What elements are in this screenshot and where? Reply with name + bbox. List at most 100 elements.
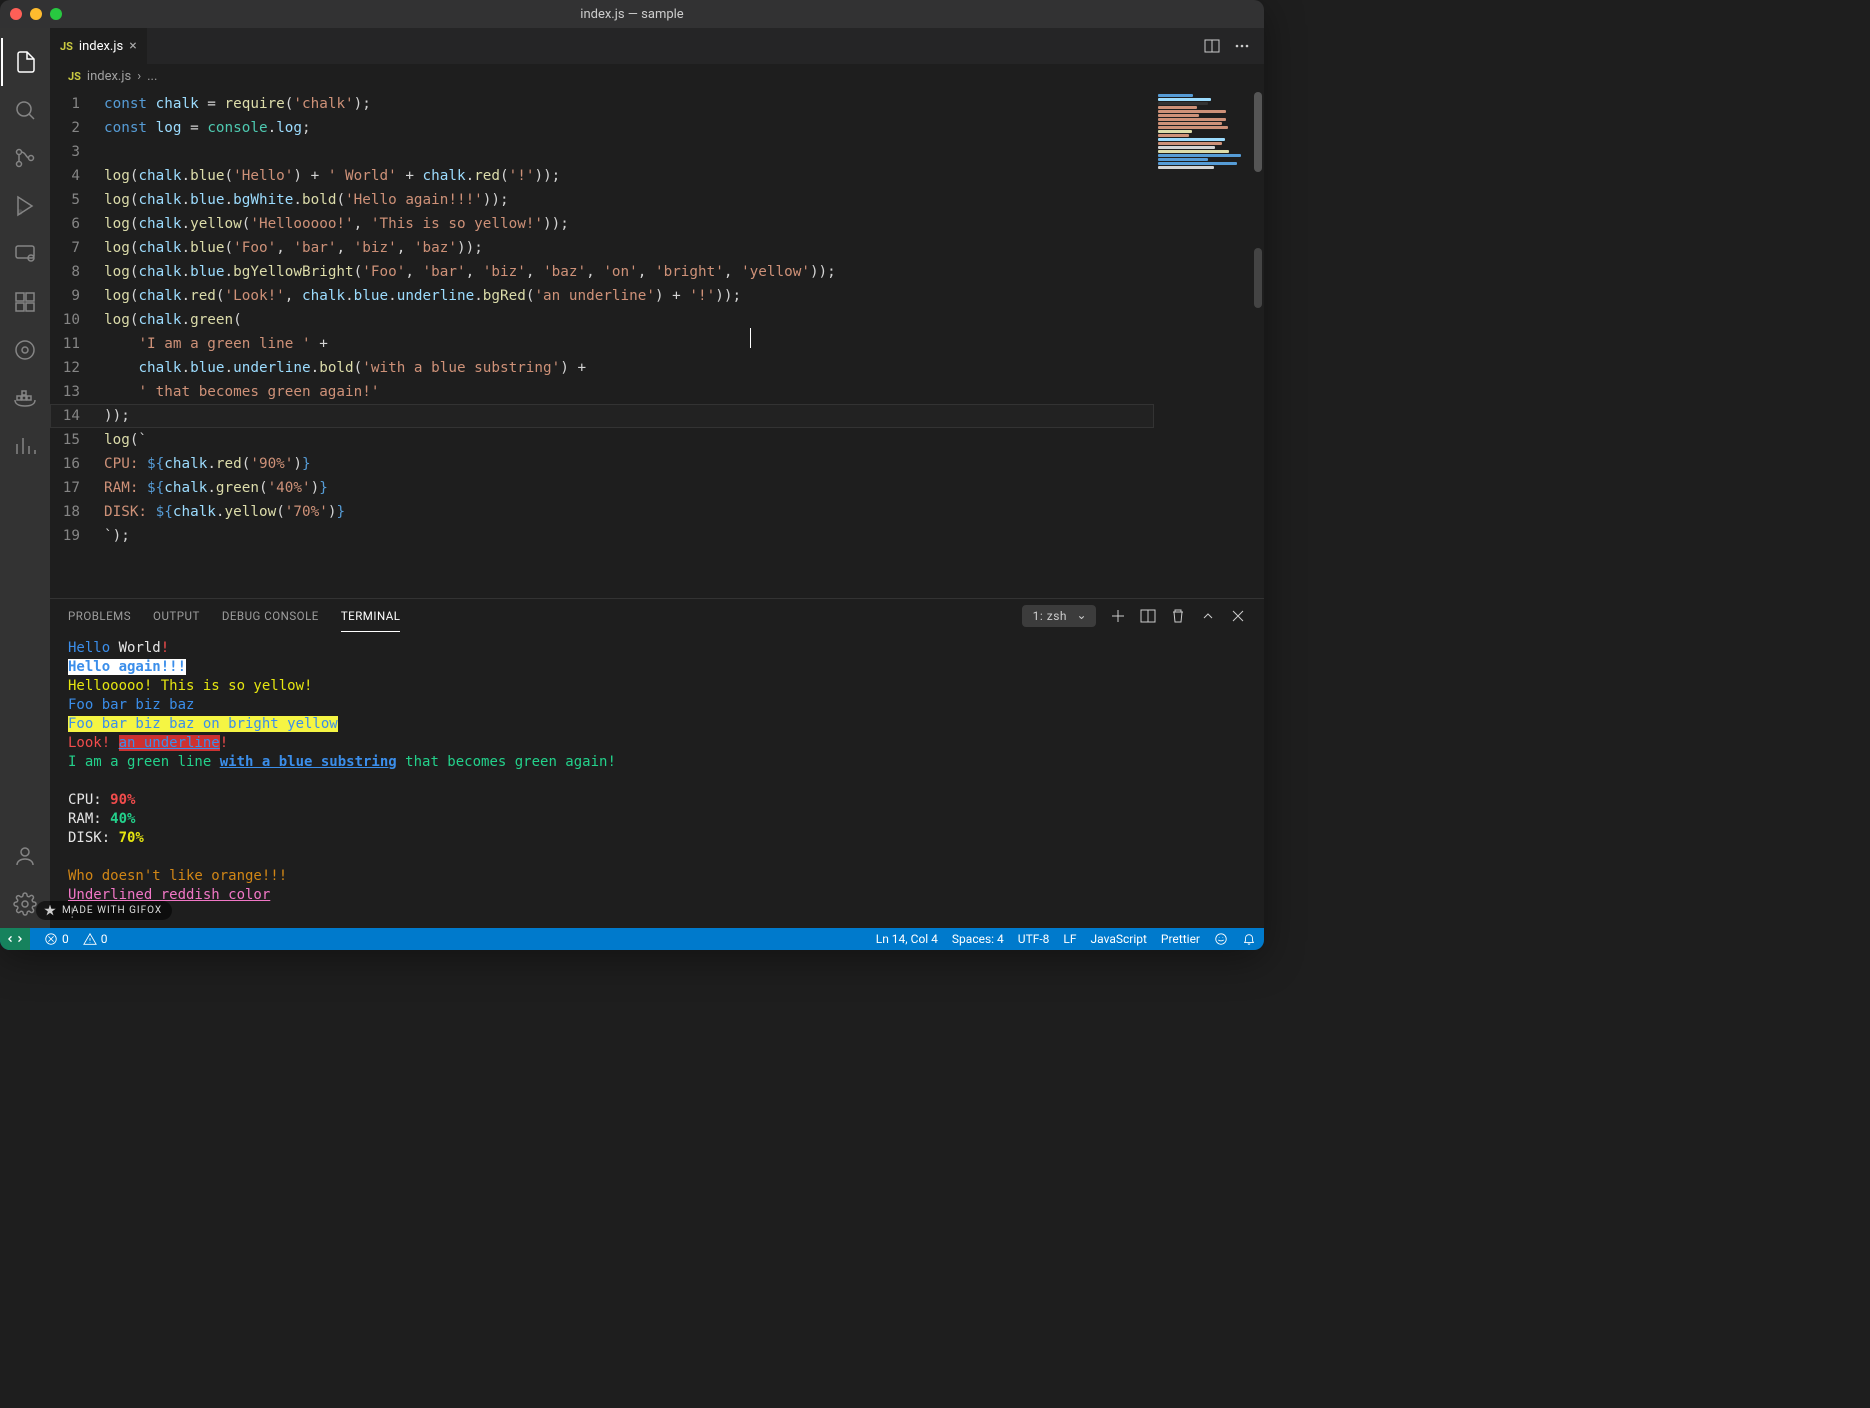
code-line[interactable]: 7log(chalk.blue('Foo', 'bar', 'biz', 'ba…: [50, 236, 1154, 260]
graph-icon[interactable]: [1, 422, 49, 470]
code-content[interactable]: ));: [104, 404, 1154, 428]
code-content[interactable]: CPU: ${chalk.red('90%')}: [104, 452, 1154, 476]
breadcrumb[interactable]: JS index.js › ...: [50, 64, 1264, 88]
source-control-icon[interactable]: [1, 134, 49, 182]
terminal-line: Hello again!!!: [68, 658, 1246, 677]
code-content[interactable]: ' that becomes green again!': [104, 380, 1154, 404]
code-content[interactable]: log(chalk.blue('Hello') + ' World' + cha…: [104, 164, 1154, 188]
code-content[interactable]: `);: [104, 524, 1154, 548]
close-window-button[interactable]: [10, 8, 22, 20]
text-caret-icon: [750, 328, 751, 348]
tab-index-js[interactable]: JS index.js ×: [50, 28, 148, 64]
code-line[interactable]: 16CPU: ${chalk.red('90%')}: [50, 452, 1154, 476]
kill-terminal-icon[interactable]: [1170, 608, 1186, 624]
gitlens-icon[interactable]: [1, 326, 49, 374]
code-line[interactable]: 11 'I am a green line ' +: [50, 332, 1154, 356]
minimap[interactable]: [1154, 88, 1264, 598]
code-content[interactable]: log(chalk.red('Look!', chalk.blue.underl…: [104, 284, 1154, 308]
panel-tabs: PROBLEMS OUTPUT DEBUG CONSOLE TERMINAL 1…: [50, 599, 1264, 633]
code-line[interactable]: 17RAM: ${chalk.green('40%')}: [50, 476, 1154, 500]
code-content[interactable]: const chalk = require('chalk');: [104, 92, 1154, 116]
code-line[interactable]: 15log(`: [50, 428, 1154, 452]
code-line[interactable]: 6log(chalk.yellow('Hellooooo!', 'This is…: [50, 212, 1154, 236]
code-line[interactable]: 18DISK: ${chalk.yellow('70%')}: [50, 500, 1154, 524]
scrollbar-thumb[interactable]: [1254, 92, 1262, 172]
code-content[interactable]: log(chalk.blue.bgWhite.bold('Hello again…: [104, 188, 1154, 212]
js-file-icon: JS: [68, 70, 81, 83]
code-line[interactable]: 9log(chalk.red('Look!', chalk.blue.under…: [50, 284, 1154, 308]
status-errors[interactable]: 0: [44, 932, 69, 946]
titlebar[interactable]: index.js — sample: [0, 0, 1264, 28]
code-line[interactable]: 12 chalk.blue.underline.bold('with a blu…: [50, 356, 1154, 380]
scrollbar-track[interactable]: [1252, 88, 1264, 598]
code-content[interactable]: log(chalk.blue('Foo', 'bar', 'biz', 'baz…: [104, 236, 1154, 260]
close-panel-icon[interactable]: [1230, 608, 1246, 624]
panel-tab-problems[interactable]: PROBLEMS: [68, 601, 131, 631]
code-line[interactable]: 8log(chalk.blue.bgYellowBright('Foo', 'b…: [50, 260, 1154, 284]
search-icon[interactable]: [1, 86, 49, 134]
code-line[interactable]: 2const log = console.log;: [50, 116, 1154, 140]
js-file-icon: JS: [60, 40, 73, 53]
tab-actions: [1204, 28, 1264, 64]
code-line[interactable]: 14));: [50, 404, 1154, 428]
docker-icon[interactable]: [1, 374, 49, 422]
maximize-panel-icon[interactable]: [1200, 608, 1216, 624]
line-number: 19: [50, 524, 104, 548]
breadcrumb-ellipsis: ...: [147, 69, 157, 84]
close-tab-icon[interactable]: ×: [129, 38, 136, 54]
status-eol[interactable]: LF: [1063, 932, 1076, 946]
code-content[interactable]: [104, 140, 1154, 164]
terminal-select[interactable]: 1: zsh: [1022, 605, 1096, 627]
code-content[interactable]: log(`: [104, 428, 1154, 452]
panel-tab-debug-console[interactable]: DEBUG CONSOLE: [222, 601, 319, 631]
code-content[interactable]: 'I am a green line ' +: [104, 332, 1154, 356]
scrollbar-thumb[interactable]: [1254, 248, 1262, 308]
panel-tab-terminal[interactable]: TERMINAL: [341, 601, 401, 632]
split-terminal-icon[interactable]: [1140, 608, 1156, 624]
remote-explorer-icon[interactable]: [1, 230, 49, 278]
code-content[interactable]: RAM: ${chalk.green('40%')}: [104, 476, 1154, 500]
status-cursor[interactable]: Ln 14, Col 4: [876, 932, 938, 946]
status-encoding[interactable]: UTF-8: [1018, 932, 1050, 946]
code-content[interactable]: log(chalk.yellow('Hellooooo!', 'This is …: [104, 212, 1154, 236]
code-content[interactable]: log(chalk.green(: [104, 308, 1154, 332]
line-number: 18: [50, 500, 104, 524]
minimize-window-button[interactable]: [30, 8, 42, 20]
code-line[interactable]: 3: [50, 140, 1154, 164]
editor-body[interactable]: 1const chalk = require('chalk');2const l…: [50, 88, 1264, 598]
code-content[interactable]: chalk.blue.underline.bold('with a blue s…: [104, 356, 1154, 380]
new-terminal-icon[interactable]: [1110, 608, 1126, 624]
code-content[interactable]: log(chalk.blue.bgYellowBright('Foo', 'ba…: [104, 260, 1154, 284]
line-number: 4: [50, 164, 104, 188]
terminal-line: RAM: 40%: [68, 810, 1246, 829]
extensions-icon[interactable]: [1, 278, 49, 326]
more-actions-icon[interactable]: [1234, 38, 1250, 54]
remote-indicator[interactable]: [0, 928, 30, 950]
line-number: 15: [50, 428, 104, 452]
status-warnings[interactable]: 0: [83, 932, 108, 946]
code-content[interactable]: const log = console.log;: [104, 116, 1154, 140]
code-line[interactable]: 1const chalk = require('chalk');: [50, 92, 1154, 116]
maximize-window-button[interactable]: [50, 8, 62, 20]
terminal-output[interactable]: Hello World!Hello again!!!Hellooooo! Thi…: [50, 633, 1264, 928]
panel-tab-output[interactable]: OUTPUT: [153, 601, 200, 631]
code-line[interactable]: 4log(chalk.blue('Hello') + ' World' + ch…: [50, 164, 1154, 188]
terminal-line: Foo bar biz baz on bright yellow: [68, 715, 1246, 734]
accounts-icon[interactable]: [1, 832, 49, 880]
status-spaces[interactable]: Spaces: 4: [952, 932, 1004, 946]
status-feedback-icon[interactable]: [1214, 932, 1228, 946]
status-bell-icon[interactable]: [1242, 932, 1256, 946]
window-title: index.js — sample: [580, 7, 683, 22]
code-editor[interactable]: 1const chalk = require('chalk');2const l…: [50, 88, 1154, 598]
status-language[interactable]: JavaScript: [1091, 932, 1147, 946]
explorer-icon[interactable]: [1, 38, 49, 86]
line-number: 6: [50, 212, 104, 236]
split-editor-icon[interactable]: [1204, 38, 1220, 54]
status-formatter[interactable]: Prettier: [1161, 932, 1200, 946]
code-line[interactable]: 5log(chalk.blue.bgWhite.bold('Hello agai…: [50, 188, 1154, 212]
code-line[interactable]: 19`);: [50, 524, 1154, 548]
run-debug-icon[interactable]: [1, 182, 49, 230]
code-line[interactable]: 10log(chalk.green(: [50, 308, 1154, 332]
code-line[interactable]: 13 ' that becomes green again!': [50, 380, 1154, 404]
code-content[interactable]: DISK: ${chalk.yellow('70%')}: [104, 500, 1154, 524]
